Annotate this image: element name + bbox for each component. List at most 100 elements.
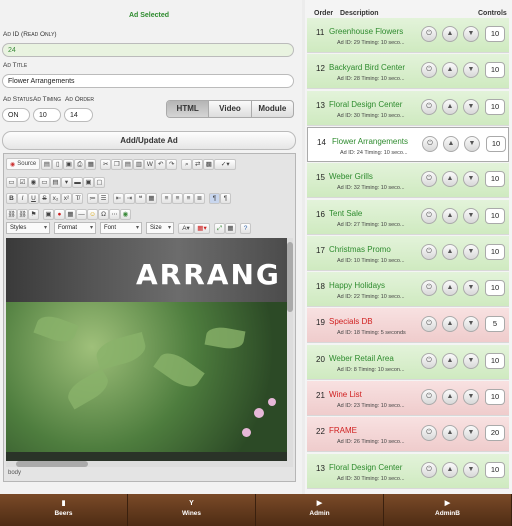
rtl-icon[interactable]: ¶ [220,192,231,204]
div-container-icon[interactable]: ▦ [146,192,157,204]
power-toggle-icon[interactable]: ⏻ [421,207,437,224]
move-down-icon[interactable]: ▼ [463,280,479,297]
order-input[interactable]: 10 [485,243,505,260]
move-up-icon[interactable]: ▲ [442,207,458,224]
smiley-icon[interactable]: ☺ [87,208,98,220]
link-icon[interactable]: ⛓ [6,208,17,220]
align-right-icon[interactable]: ≡ [183,192,194,204]
copy-icon[interactable]: ❐ [111,158,123,170]
horizontal-scrollbar[interactable] [6,461,293,467]
power-toggle-icon[interactable]: ⏻ [421,98,437,115]
ad-id-field[interactable]: 24 [2,43,294,57]
power-toggle-icon[interactable]: ⏻ [421,243,437,260]
size-dropdown[interactable]: Size [146,222,174,234]
move-down-icon[interactable]: ▼ [463,425,479,442]
superscript-icon[interactable]: x² [61,192,72,204]
order-input[interactable]: 10 [485,26,505,42]
numbered-list-icon[interactable]: ≔ [87,192,98,204]
paste-icon[interactable]: ▤ [122,158,134,170]
subscript-icon[interactable]: x₂ [50,192,61,204]
move-up-icon[interactable]: ▲ [442,352,458,369]
italic-icon[interactable]: I [17,192,28,204]
order-input[interactable]: 10 [485,352,505,369]
checkbox-icon[interactable]: ☑ [17,176,28,188]
order-input[interactable]: 10 [485,207,505,224]
flash-icon[interactable]: ● [54,208,65,220]
about-icon[interactable]: ? [240,222,251,234]
align-center-icon[interactable]: ≡ [172,192,183,204]
text-color-icon[interactable]: A▾ [178,222,194,234]
button-field-icon[interactable]: ▬ [72,176,83,188]
order-input[interactable]: 10 [486,135,506,152]
move-up-icon[interactable]: ▲ [443,135,459,152]
save-icon[interactable]: ▤ [41,158,53,170]
outdent-icon[interactable]: ⇤ [113,192,124,204]
tab-admin[interactable]: ▶ Admin [256,494,384,526]
move-down-icon[interactable]: ▼ [463,207,479,224]
order-input[interactable]: 10 [485,389,505,405]
order-input[interactable]: 10 [485,171,505,188]
mode-tab-module[interactable]: Module [252,101,293,117]
move-up-icon[interactable]: ▲ [442,316,458,333]
iframe-icon[interactable]: ◉ [120,208,131,220]
show-blocks-icon[interactable]: ▦ [225,222,236,234]
power-toggle-icon[interactable]: ⏻ [421,62,437,79]
editor-content-area[interactable]: ARRANG [6,238,293,461]
tab-beers[interactable]: ▮ Beers [0,494,128,526]
tab-adminb[interactable]: ▶ AdminB [384,494,512,526]
power-toggle-icon[interactable]: ⏻ [421,280,437,297]
select-all-icon[interactable]: ▩ [203,158,215,170]
power-toggle-icon[interactable]: ⏻ [421,352,437,369]
list-item[interactable]: 16 Tent Sale Ad ID: 27 Timing: 10 seco... ⏻… [307,199,509,235]
ad-status-field[interactable]: ON [2,108,30,122]
add-update-button[interactable]: Add/Update Ad [2,131,296,150]
order-input[interactable]: 10 [485,461,505,478]
image-icon[interactable]: ▣ [43,208,54,220]
move-up-icon[interactable]: ▲ [442,98,458,115]
templates-icon[interactable]: ▦ [85,158,97,170]
move-up-icon[interactable]: ▲ [442,171,458,188]
anchor-icon[interactable]: ⚑ [28,208,39,220]
list-item[interactable]: 20 Weber Retail Area Ad ID: 8 Timing: 10 s… [307,344,509,380]
list-item[interactable]: 17 Christmas Promo Ad ID: 10 Timing: 10 se… [307,235,509,271]
paste-word-icon[interactable]: W [144,158,156,170]
select-field-icon[interactable]: ▾ [61,176,72,188]
new-page-icon[interactable]: ▯ [52,158,64,170]
list-item[interactable]: 18 Happy Holidays Ad ID: 22 Timing: 10 sec… [307,272,509,308]
textfield-icon[interactable]: ▭ [39,176,50,188]
power-toggle-icon[interactable]: ⏻ [421,171,437,188]
cut-icon[interactable]: ✂ [100,158,112,170]
ad-timing-field[interactable]: 10 [33,108,61,122]
order-input[interactable]: 10 [485,62,505,79]
justify-icon[interactable]: ≣ [194,192,205,204]
move-down-icon[interactable]: ▼ [463,461,479,478]
find-icon[interactable]: ⌕ [181,158,193,170]
source-button[interactable]: ◉ Source [6,158,41,170]
align-left-icon[interactable]: ≡ [161,192,172,204]
move-up-icon[interactable]: ▲ [442,243,458,260]
ltr-icon[interactable]: ¶ [209,192,220,204]
indent-icon[interactable]: ⇥ [124,192,135,204]
ad-title-field[interactable]: Flower Arrangements [2,74,294,88]
move-down-icon[interactable]: ▼ [464,135,480,152]
move-down-icon[interactable]: ▼ [463,98,479,115]
move-down-icon[interactable]: ▼ [463,243,479,260]
move-up-icon[interactable]: ▲ [442,389,458,405]
vertical-scroll-thumb[interactable] [287,242,293,312]
special-char-icon[interactable]: Ω [98,208,109,220]
move-down-icon[interactable]: ▼ [463,316,479,333]
list-item[interactable]: 21 Wine List Ad ID: 23 Timing: 10 seco... ⏻… [307,381,509,416]
list-item[interactable]: 11 Greenhouse Flowers Ad ID: 29 Timing: 10… [307,18,509,53]
font-dropdown[interactable]: Font [100,222,142,234]
radio-icon[interactable]: ◉ [28,176,39,188]
mode-tab-video[interactable]: Video [209,101,252,117]
undo-icon[interactable]: ↶ [155,158,167,170]
power-toggle-icon[interactable]: ⏻ [421,316,437,333]
spellcheck-icon[interactable]: ✓▾ [214,158,237,170]
list-item[interactable]: 14 Flower Arrangements Ad ID: 24 Timing: 1… [307,126,509,162]
move-up-icon[interactable]: ▲ [442,425,458,442]
styles-dropdown[interactable]: Styles [6,222,50,234]
underline-icon[interactable]: U [28,192,39,204]
power-toggle-icon[interactable]: ⏻ [421,425,437,442]
ad-order-field[interactable]: 14 [64,108,93,122]
